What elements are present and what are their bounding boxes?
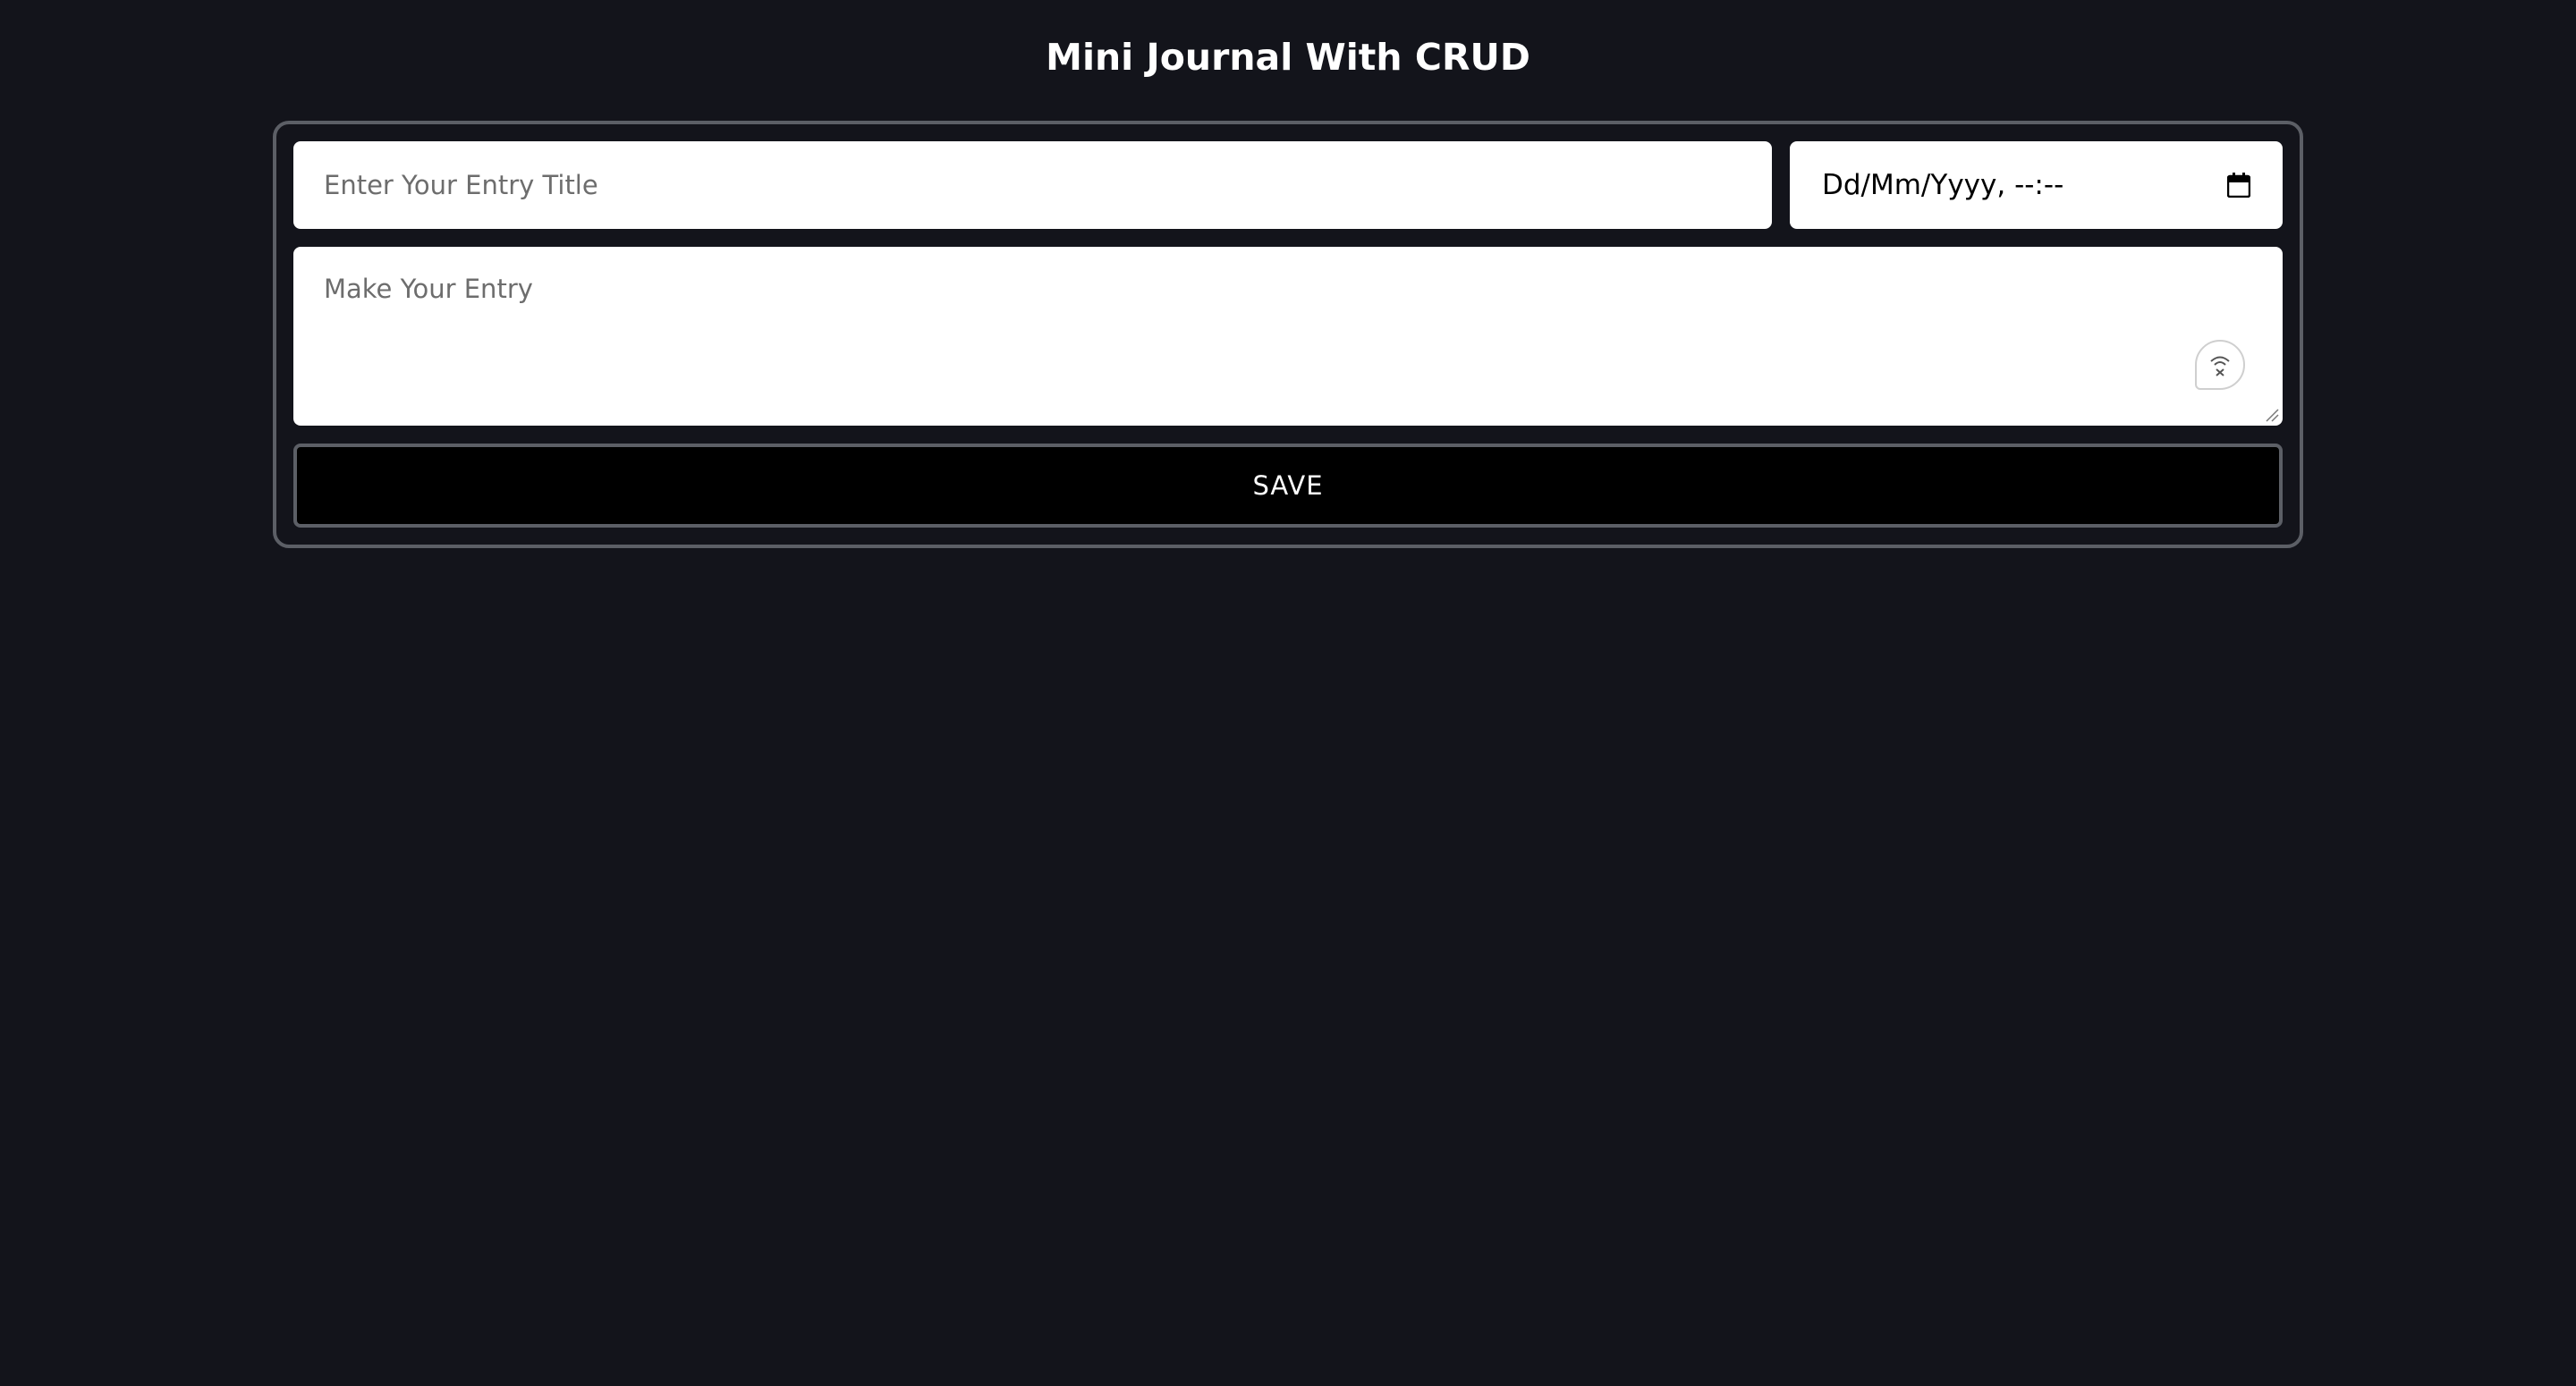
- voice-input-icon[interactable]: [2195, 340, 2245, 390]
- voice-input-glyph: [2210, 356, 2230, 376]
- entry-body-wrapper: [293, 247, 2283, 426]
- page-title: Mini Journal With CRUD: [1046, 36, 1530, 79]
- resize-grip-icon[interactable]: [2265, 408, 2279, 422]
- entry-datetime-input[interactable]: Dd/Mm/Yyyy, --:--: [1790, 141, 2283, 229]
- entry-title-input[interactable]: [293, 141, 1772, 229]
- calendar-icon[interactable]: [2227, 173, 2250, 198]
- save-button[interactable]: SAVE: [293, 444, 2283, 528]
- entry-body-textarea[interactable]: [293, 247, 2283, 426]
- datetime-value: Dd/Mm/Yyyy, --:--: [1822, 169, 2064, 201]
